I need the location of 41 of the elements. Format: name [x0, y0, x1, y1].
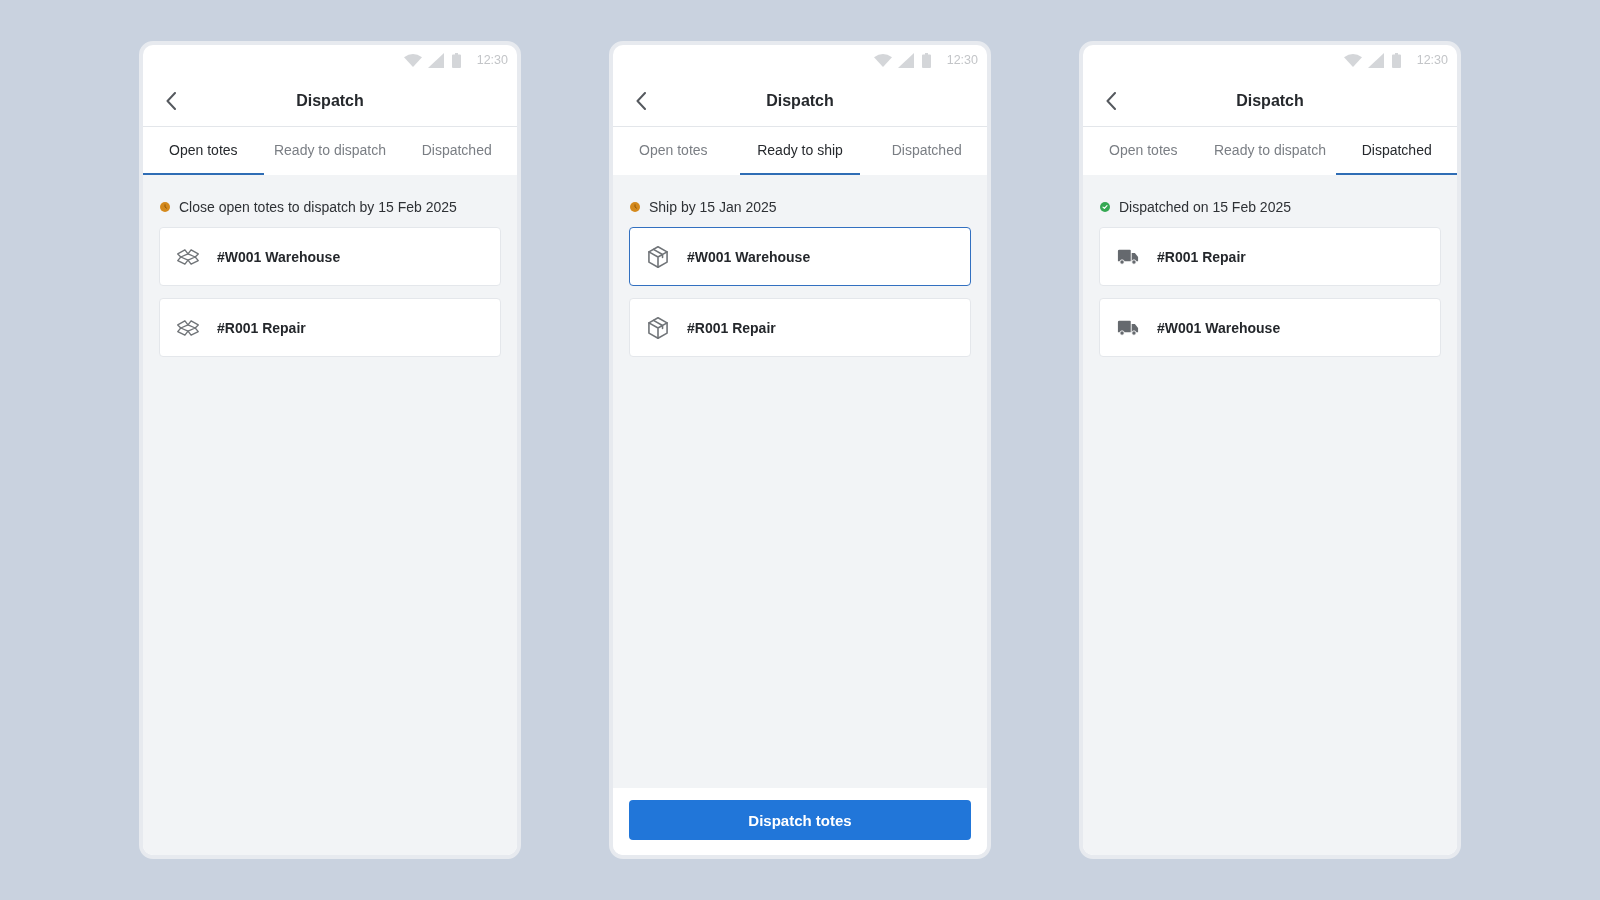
wifi-icon — [1343, 53, 1362, 67]
box-icon — [647, 316, 669, 339]
tab[interactable]: Dispatched — [396, 127, 517, 175]
tab[interactable]: Ready to dispatch — [1209, 127, 1331, 175]
dispatch-button[interactable]: Dispatch totes — [629, 800, 971, 840]
signal-icon — [427, 52, 444, 68]
wifi-icon — [403, 53, 422, 67]
screen-title: Dispatch — [296, 91, 364, 110]
chevron-left-icon — [166, 91, 176, 110]
chevron-left-icon — [1106, 91, 1116, 110]
tab[interactable]: Open totes — [613, 127, 734, 175]
status-time: 12:30 — [946, 53, 978, 67]
tote-card[interactable]: #W001 Warehouse — [1099, 298, 1441, 357]
tote-card[interactable]: #R001 Repair — [159, 298, 501, 357]
battery-icon — [921, 52, 931, 68]
notice-text: Close open totes to dispatch by 15 Feb 2025 — [179, 199, 457, 215]
notice-text: Ship by 15 Jan 2025 — [649, 199, 777, 215]
back-button[interactable] — [1105, 90, 1117, 111]
status-time: 12:30 — [1416, 53, 1448, 67]
signal-icon — [1367, 52, 1384, 68]
battery-icon — [451, 52, 461, 68]
wifi-icon — [873, 53, 892, 67]
screen-title: Dispatch — [766, 91, 834, 110]
chevron-left-icon — [636, 91, 646, 110]
notice-text: Dispatched on 15 Feb 2025 — [1119, 199, 1291, 215]
box-icon — [647, 245, 669, 268]
tote-card[interactable]: #W001 Warehouse — [629, 227, 971, 286]
signal-icon — [897, 52, 914, 68]
tab[interactable]: Dispatched — [866, 127, 987, 175]
tote-card[interactable]: #W001 Warehouse — [159, 227, 501, 286]
tab[interactable]: Open totes — [1083, 127, 1204, 175]
tote-card[interactable]: #R001 Repair — [629, 298, 971, 357]
tote-card[interactable]: #R001 Repair — [1099, 227, 1441, 286]
back-button[interactable] — [635, 90, 647, 111]
tab[interactable]: Ready to dispatch — [269, 127, 391, 175]
status-time: 12:30 — [476, 53, 508, 67]
screen-title: Dispatch — [1236, 91, 1304, 110]
back-button[interactable] — [165, 90, 177, 111]
truck-icon — [1117, 319, 1139, 336]
truck-icon — [1117, 248, 1139, 265]
battery-icon — [1391, 52, 1401, 68]
